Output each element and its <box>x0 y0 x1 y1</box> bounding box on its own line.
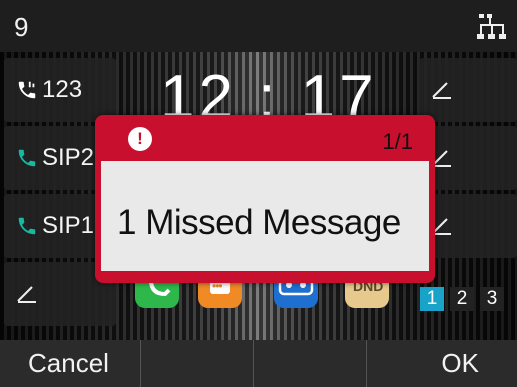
phone-icon <box>18 81 36 99</box>
page-2[interactable]: 2 <box>450 287 474 311</box>
pen-icon <box>17 286 36 303</box>
softkey-bar: Cancel OK <box>0 340 517 387</box>
missed-message-dialog: ! 1/1 1 Missed Message <box>95 115 435 283</box>
network-status-icon <box>477 14 506 39</box>
phone-icon <box>18 149 36 167</box>
dialog-counter: 1/1 <box>382 129 413 154</box>
dialog-body: 1 Missed Message <box>101 161 429 271</box>
line-key-label: SIP2 <box>42 144 95 171</box>
dialog-header: ! 1/1 <box>95 115 435 161</box>
line-key-123[interactable]: 123 <box>4 58 116 122</box>
page-indicator: 1 2 3 <box>420 287 504 311</box>
status-bar: 9 <box>0 0 517 52</box>
right-key-1[interactable] <box>419 58 517 122</box>
line-key-label: 123 <box>42 76 83 103</box>
alert-icon: ! <box>128 127 152 151</box>
ok-button[interactable]: OK <box>367 340 517 387</box>
softkey-3[interactable] <box>254 340 367 387</box>
account-number: 9 <box>14 12 29 42</box>
softkey-2[interactable] <box>141 340 254 387</box>
pen-icon <box>432 82 451 99</box>
dialog-message: 1 Missed Message <box>117 203 401 242</box>
page-3[interactable]: 3 <box>480 287 504 311</box>
page-1[interactable]: 1 <box>420 287 444 311</box>
cancel-button[interactable]: Cancel <box>0 340 141 387</box>
phone-icon <box>18 217 36 235</box>
phone-screen: 9 12 : 17 123 SIP2 SIP1 ••• DND 1 2 3 Ca… <box>0 0 517 387</box>
line-key-label: SIP1 <box>42 212 95 239</box>
